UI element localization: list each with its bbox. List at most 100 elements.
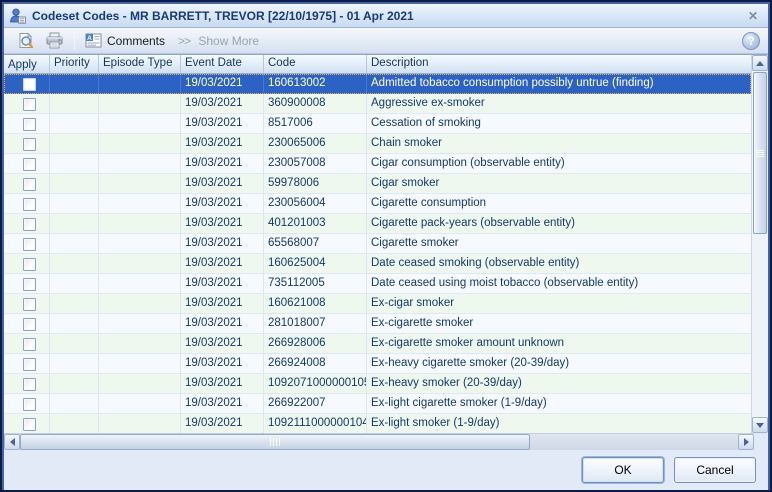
cell-priority	[50, 354, 99, 374]
cell-episode-type	[99, 134, 181, 154]
apply-checkbox[interactable]	[23, 218, 36, 231]
cell-code: 360900008	[264, 94, 367, 114]
apply-checkbox[interactable]	[23, 418, 36, 431]
scroll-down-button[interactable]	[752, 417, 768, 433]
apply-checkbox[interactable]	[23, 258, 36, 271]
apply-checkbox[interactable]	[23, 278, 36, 291]
table-row[interactable]: 19/03/2021 281018007 Ex-cigarette smoker	[4, 314, 751, 334]
vertical-scroll-thumb[interactable]	[753, 72, 767, 234]
table-row[interactable]: 19/03/2021 1092071000000105 Ex-heavy smo…	[4, 374, 751, 394]
apply-checkbox[interactable]	[23, 178, 36, 191]
cell-event-date: 19/03/2021	[181, 194, 264, 214]
horizontal-scroll-thumb[interactable]	[20, 434, 530, 450]
apply-checkbox[interactable]	[23, 298, 36, 311]
table-row[interactable]: 19/03/2021 65568007 Cigarette smoker	[4, 234, 751, 254]
cell-episode-type	[99, 294, 181, 314]
horizontal-scroll-track[interactable]	[20, 434, 738, 450]
table-row[interactable]: 19/03/2021 59978006 Cigar smoker	[4, 174, 751, 194]
apply-checkbox[interactable]	[23, 378, 36, 391]
cell-apply	[4, 354, 50, 374]
table-row[interactable]: 19/03/2021 360900008 Aggressive ex-smoke…	[4, 94, 751, 114]
cell-apply	[4, 394, 50, 414]
apply-checkbox[interactable]	[23, 398, 36, 411]
table-row[interactable]: 19/03/2021 735112005 Date ceased using m…	[4, 274, 751, 294]
window-title: Codeset Codes - MR BARRETT, TREVOR [22/1…	[32, 9, 738, 23]
table-row[interactable]: 19/03/2021 160613002 Admitted tobacco co…	[4, 74, 751, 94]
cell-code: 8517006	[264, 114, 367, 134]
table-row[interactable]: 19/03/2021 1092111000000104 Ex-light smo…	[4, 414, 751, 433]
print-button[interactable]	[40, 30, 69, 51]
scroll-left-button[interactable]	[4, 434, 20, 450]
cell-code: 230056004	[264, 194, 367, 214]
apply-checkbox[interactable]	[23, 98, 36, 111]
col-header-apply[interactable]: Apply	[4, 55, 50, 74]
vertical-scroll-track[interactable]	[752, 71, 768, 417]
scroll-up-button[interactable]	[752, 55, 768, 71]
table-row[interactable]: 19/03/2021 230057008 Cigar consumption (…	[4, 154, 751, 174]
cancel-button[interactable]: Cancel	[674, 457, 756, 483]
cell-episode-type	[99, 314, 181, 334]
table-row[interactable]: 19/03/2021 160621008 Ex-cigar smoker	[4, 294, 751, 314]
grid-header: Apply Priority Episode Type Event Date C…	[4, 55, 751, 74]
col-header-code[interactable]: Code	[264, 55, 367, 74]
cell-episode-type	[99, 214, 181, 234]
table-row[interactable]: 19/03/2021 8517006 Cessation of smoking	[4, 114, 751, 134]
apply-checkbox[interactable]	[23, 158, 36, 171]
apply-checkbox[interactable]	[23, 338, 36, 351]
col-header-event-date[interactable]: Event Date	[181, 55, 264, 74]
apply-checkbox[interactable]	[23, 318, 36, 331]
col-header-episode-type[interactable]: Episode Type	[99, 55, 181, 74]
help-icon[interactable]: ?	[742, 32, 760, 50]
ok-button[interactable]: OK	[582, 457, 664, 483]
col-header-description[interactable]: Description	[367, 55, 751, 74]
cell-apply	[4, 254, 50, 274]
codes-grid: Apply Priority Episode Type Event Date C…	[4, 54, 768, 433]
cell-priority	[50, 174, 99, 194]
cell-description: Ex-light cigarette smoker (1-9/day)	[367, 394, 751, 414]
table-row[interactable]: 19/03/2021 230065006 Chain smoker	[4, 134, 751, 154]
cell-event-date: 19/03/2021	[181, 374, 264, 394]
table-row[interactable]: 19/03/2021 401201003 Cigarette pack-year…	[4, 214, 751, 234]
cell-apply	[4, 274, 50, 294]
table-row[interactable]: 19/03/2021 266924008 Ex-heavy cigarette …	[4, 354, 751, 374]
toolbar: A Comments >> Show More ?	[4, 28, 768, 54]
scroll-right-button[interactable]	[738, 434, 754, 450]
cell-code: 281018007	[264, 314, 367, 334]
apply-checkbox[interactable]	[23, 78, 36, 91]
cell-episode-type	[99, 414, 181, 433]
cell-priority	[50, 394, 99, 414]
print-preview-button[interactable]	[12, 30, 40, 51]
cell-description: Ex-heavy cigarette smoker (20-39/day)	[367, 354, 751, 374]
cell-priority	[50, 114, 99, 134]
table-row[interactable]: 19/03/2021 266928006 Ex-cigarette smoker…	[4, 334, 751, 354]
table-row[interactable]: 19/03/2021 230056004 Cigarette consumpti…	[4, 194, 751, 214]
cell-event-date: 19/03/2021	[181, 354, 264, 374]
apply-checkbox[interactable]	[23, 358, 36, 371]
cell-priority	[50, 414, 99, 433]
cell-description: Ex-cigar smoker	[367, 294, 751, 314]
apply-checkbox[interactable]	[23, 238, 36, 251]
apply-checkbox[interactable]	[23, 138, 36, 151]
show-more-link[interactable]: >> Show More	[178, 34, 259, 48]
cell-description: Date ceased smoking (observable entity)	[367, 254, 751, 274]
cell-apply	[4, 134, 50, 154]
horizontal-scrollbar[interactable]	[4, 433, 754, 450]
apply-checkbox[interactable]	[23, 198, 36, 211]
footer: OK Cancel	[4, 450, 768, 492]
comments-button[interactable]: A Comments	[80, 31, 170, 50]
cell-apply	[4, 174, 50, 194]
close-icon[interactable]: ✕	[744, 10, 762, 22]
cell-description: Cigarette smoker	[367, 234, 751, 254]
table-row[interactable]: 19/03/2021 160625004 Date ceased smoking…	[4, 254, 751, 274]
cell-code: 65568007	[264, 234, 367, 254]
col-header-priority[interactable]: Priority	[50, 55, 99, 74]
cell-description: Chain smoker	[367, 134, 751, 154]
vertical-scrollbar[interactable]	[751, 55, 768, 433]
cell-event-date: 19/03/2021	[181, 114, 264, 134]
cell-episode-type	[99, 154, 181, 174]
cell-event-date: 19/03/2021	[181, 334, 264, 354]
apply-checkbox[interactable]	[23, 118, 36, 131]
print-icon	[45, 32, 64, 49]
print-preview-icon	[17, 32, 35, 49]
table-row[interactable]: 19/03/2021 266922007 Ex-light cigarette …	[4, 394, 751, 414]
